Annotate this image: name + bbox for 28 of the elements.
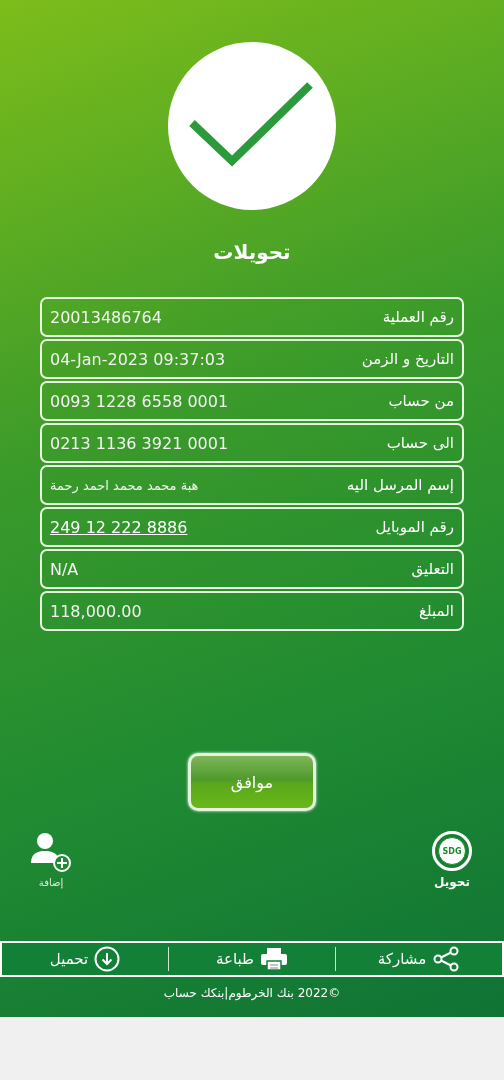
detail-label: التاريخ و الزمن [361,350,454,368]
print-button[interactable]: طباعة [169,946,335,972]
download-button[interactable]: تحميل [2,945,168,973]
page-title: تحويلات [213,240,291,264]
detail-value: 118,000.00 [50,601,142,621]
detail-label: رقم الموبايل [375,518,454,536]
copyright-text: ©2022 بنك الخرطوم|بنكك حساب [163,986,341,1000]
detail-value: N/A [50,559,79,579]
add-shortcut[interactable]: إضافة [30,831,72,889]
detail-label: من حساب [388,392,454,410]
share-button[interactable]: مشاركة [336,945,502,973]
detail-label: التعليق [411,560,454,578]
printer-icon [260,947,288,971]
detail-label: رقم العملية [382,308,454,326]
detail-value: هبة محمد محمد احمد رحمة [50,477,199,493]
detail-value: 20013486764 [50,307,162,327]
detail-label: المبلغ [419,602,454,620]
detail-label: إسم المرسل اليه [346,476,454,494]
detail-value: 04-Jan-2023 09:37:03 [50,349,226,369]
detail-value: 0093 1228 6558 0001 [50,391,229,411]
detail-value: 0213 1136 3921 0001 [50,433,229,453]
add-user-icon [30,831,72,873]
phone-link[interactable]: 249 12 222 8886 [50,517,188,537]
currency-badge: SDG [432,831,472,871]
share-icon [432,946,461,972]
detail-label: الى حساب [386,434,454,452]
ok-button[interactable]: موافق [188,753,316,811]
download-icon [94,946,121,972]
